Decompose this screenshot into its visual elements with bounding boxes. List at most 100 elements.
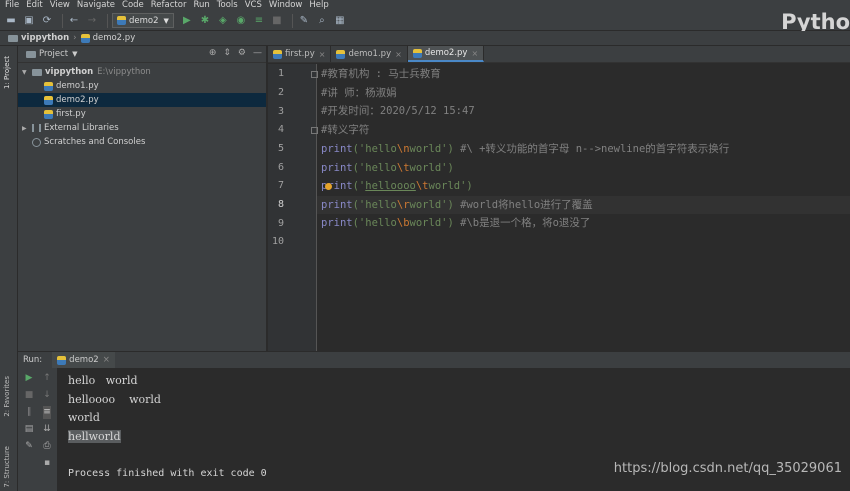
library-icon [32,124,41,132]
close-icon[interactable]: × [471,49,478,58]
chevron-down-icon[interactable]: ▼ [72,50,77,58]
soft-wrap-icon[interactable]: ≡ [43,406,51,419]
run-icon[interactable]: ▶ [180,14,194,28]
stop-icon[interactable]: ■ [25,389,34,402]
stop-icon[interactable]: ■ [270,14,284,28]
trash-icon[interactable]: ▪ [44,457,50,470]
project-view-select[interactable]: Project [39,49,68,59]
locate-icon[interactable]: ⊕ [209,48,217,58]
tree-item-file-selected[interactable]: demo2.py [18,93,266,107]
forward-arrow-icon[interactable]: → [85,14,99,28]
code-string: (' [352,143,366,155]
hide-icon[interactable]: — [253,48,262,58]
chevron-down-icon[interactable]: ▼ [22,69,30,76]
search-icon[interactable]: ⌕ [315,14,329,28]
sync-icon[interactable]: ⟳ [40,14,54,28]
tree-item-scratches[interactable]: Scratches and Consoles [18,135,266,149]
print-icon[interactable]: ⎙ [43,440,50,453]
favorites-tool-tab[interactable]: 2: Favorites [3,376,11,417]
code-editor[interactable]: first.py × demo1.py × demo2.py × 1 2 3 4… [268,46,850,351]
menu-window[interactable]: Window [269,0,303,11]
gear-icon[interactable]: ⚙ [238,48,246,58]
run-configuration-select[interactable]: demo2 ▼ [112,13,174,28]
structure-tool-tab[interactable]: 7: Structure [3,446,11,488]
code-escape: \n [396,143,410,155]
menu-code[interactable]: Code [122,0,144,11]
console-line-selected: hellworld [68,430,121,443]
fold-marker-icon[interactable] [311,127,318,134]
menu-vcs[interactable]: VCS [245,0,262,11]
code-escape: \t [415,180,429,192]
wrench-icon[interactable]: ✎ [297,14,311,28]
code-string: world [428,180,461,192]
menu-file[interactable]: File [5,0,19,11]
breadcrumb-file[interactable]: demo2.py [93,33,136,43]
close-icon[interactable]: × [395,50,402,59]
main-toolbar: ▬ ▣ ⟳ ← → demo2 ▼ ▶ ✱ ◈ ◉ ≡ ■ ✎ ⌕ ▦ [0,11,850,31]
code-string: (' [352,162,366,174]
code-line-8: print('hello\rworld') #world将hello进行了覆盖 [321,196,593,214]
intention-bulb-icon[interactable] [325,183,332,190]
tree-item-file[interactable]: demo1.py [18,79,266,93]
tab-demo1-py[interactable]: demo1.py × [331,46,408,62]
chevron-down-icon: ▼ [163,16,169,25]
tree-item-file[interactable]: first.py [18,107,266,121]
code-string: world [409,162,442,174]
project-tool-tab[interactable]: 1: Project [3,56,11,89]
back-arrow-icon[interactable]: ← [67,14,81,28]
python-file-icon [273,49,282,59]
open-folder-icon[interactable]: ▬ [4,14,18,28]
folder-icon [8,34,18,42]
breadcrumb-separator: › [73,33,77,43]
pin-icon[interactable]: ✎ [25,440,33,453]
menu-help[interactable]: Help [309,0,328,11]
run-tab-demo2[interactable]: demo2 × [52,351,115,369]
pause-icon[interactable]: ∥ [27,406,32,419]
console-line: world [68,411,100,424]
tab-label: first.py [285,49,315,59]
close-icon[interactable]: × [319,50,326,59]
coverage-icon[interactable]: ◈ [216,14,230,28]
layout-icon[interactable]: ▤ [25,423,34,436]
scroll-up-icon[interactable]: ↑ [43,372,51,385]
tab-first-py[interactable]: first.py × [268,46,332,62]
tree-item-external-libraries[interactable]: ▶ External Libraries [18,121,266,135]
code-line-9: print('hello\bworld') #\b是退一个格，将o退没了 [321,214,590,232]
tree-item-label: Scratches and Consoles [44,137,146,147]
code-string: world [409,199,442,211]
menu-view[interactable]: View [50,0,70,11]
left-tool-stripe: 1: Project 2: Favorites 7: Structure [0,46,18,491]
python-file-icon [57,355,67,365]
close-icon[interactable]: × [103,355,110,365]
scroll-to-end-icon[interactable]: ⇊ [43,423,51,436]
structure-icon[interactable]: ▦ [333,14,347,28]
menu-navigate[interactable]: Navigate [77,0,115,11]
code-string: hello [365,162,397,174]
tree-item-label: External Libraries [44,123,119,133]
collapse-all-icon[interactable]: ⇕ [223,48,231,58]
chevron-right-icon[interactable]: ▶ [22,125,30,132]
save-icon[interactable]: ▣ [22,14,36,28]
code-comment: #\ +转义功能的首字母 n-->newline的首字符表示换行 [453,143,730,155]
fold-marker-icon[interactable] [311,71,318,78]
menu-tools[interactable]: Tools [217,0,238,11]
debug-icon[interactable]: ✱ [198,14,212,28]
python-file-icon [44,109,53,119]
menu-refactor[interactable]: Refactor [151,0,187,11]
menu-run[interactable]: Run [193,0,209,11]
scroll-down-icon[interactable]: ↓ [43,389,51,402]
rerun-icon[interactable]: ▶ [26,372,33,385]
tree-item-root[interactable]: ▼ vippython E:\vippython [18,65,266,79]
profile-icon[interactable]: ◉ [234,14,248,28]
menu-edit[interactable]: Edit [26,0,42,11]
project-panel-header: Project ▼ ⊕ ⇕ ⚙ — [18,46,266,63]
run-tab-label: demo2 [69,355,99,365]
concurrency-icon[interactable]: ≡ [252,14,266,28]
python-file-icon [44,95,53,105]
run-panel-title: Run: [23,355,43,365]
line-number: 7 [277,180,284,191]
code-string: hello [365,199,397,211]
tab-demo2-py[interactable]: demo2.py × [407,46,485,62]
line-number: 8 [277,199,284,210]
breadcrumb-project[interactable]: vippython [21,33,69,43]
